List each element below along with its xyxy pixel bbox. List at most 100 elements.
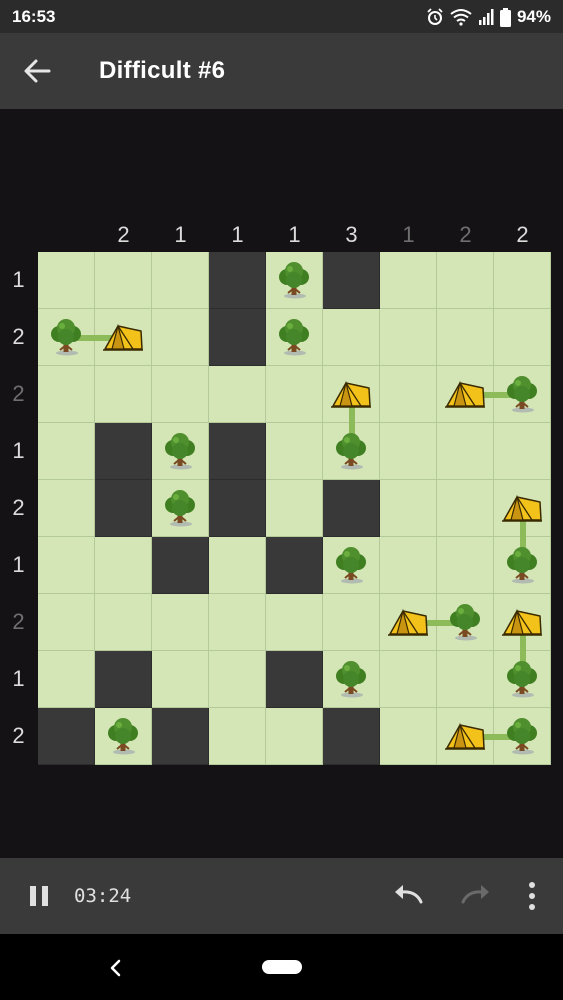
grass-cell[interactable] — [323, 252, 380, 309]
tree-cell[interactable] — [152, 423, 209, 480]
grass-cell[interactable] — [323, 480, 380, 537]
row-clue: 1 — [12, 666, 25, 691]
empty-cell[interactable] — [380, 708, 437, 765]
grass-cell[interactable] — [209, 252, 266, 309]
more-vert-icon[interactable] — [520, 880, 544, 912]
empty-cell[interactable] — [209, 537, 266, 594]
empty-cell[interactable] — [437, 423, 494, 480]
timer: 03:24 — [74, 885, 132, 907]
battery-icon — [499, 7, 511, 27]
empty-cell[interactable] — [209, 651, 266, 708]
empty-cell[interactable] — [152, 594, 209, 651]
column-clue: 1 — [231, 222, 244, 247]
empty-cell[interactable] — [95, 537, 152, 594]
app-bar: Difficult #6 — [0, 33, 563, 109]
empty-cell[interactable] — [380, 366, 437, 423]
empty-cell[interactable] — [437, 309, 494, 366]
grass-cell[interactable] — [209, 309, 266, 366]
empty-cell[interactable] — [494, 423, 551, 480]
row-clue: 1 — [12, 438, 25, 463]
empty-cell[interactable] — [38, 480, 95, 537]
empty-cell[interactable] — [152, 366, 209, 423]
empty-cell[interactable] — [38, 651, 95, 708]
column-clue: 1 — [174, 222, 187, 247]
empty-cell[interactable] — [380, 309, 437, 366]
grass-cell[interactable] — [95, 423, 152, 480]
home-pill[interactable] — [262, 960, 302, 974]
system-nav-bar — [0, 934, 563, 1000]
empty-cell[interactable] — [152, 252, 209, 309]
empty-cell[interactable] — [437, 252, 494, 309]
alarm-icon — [427, 8, 443, 25]
grass-cell[interactable] — [95, 480, 152, 537]
grass-cell[interactable] — [266, 651, 323, 708]
empty-cell[interactable] — [95, 594, 152, 651]
empty-cell[interactable] — [266, 423, 323, 480]
empty-cell[interactable] — [38, 537, 95, 594]
empty-cell[interactable] — [323, 309, 380, 366]
empty-cell[interactable] — [38, 252, 95, 309]
tree-cell[interactable] — [266, 309, 323, 366]
nav-back-icon[interactable] — [106, 958, 126, 978]
row-clue: 2 — [12, 723, 25, 748]
redo-icon[interactable] — [458, 882, 492, 910]
pause-icon[interactable] — [26, 882, 52, 910]
undo-icon[interactable] — [392, 882, 426, 910]
empty-cell[interactable] — [266, 594, 323, 651]
empty-cell[interactable] — [494, 309, 551, 366]
grass-cell[interactable] — [323, 708, 380, 765]
empty-cell[interactable] — [209, 708, 266, 765]
empty-cell[interactable] — [380, 480, 437, 537]
empty-cell[interactable] — [380, 252, 437, 309]
empty-cell[interactable] — [380, 537, 437, 594]
tree-tent-link — [66, 334, 124, 341]
empty-cell[interactable] — [266, 480, 323, 537]
empty-cell[interactable] — [437, 651, 494, 708]
empty-cell[interactable] — [95, 366, 152, 423]
empty-cell[interactable] — [95, 252, 152, 309]
empty-cell[interactable] — [38, 366, 95, 423]
empty-cell[interactable] — [38, 594, 95, 651]
column-clue: 3 — [345, 222, 358, 247]
empty-cell[interactable] — [209, 594, 266, 651]
page-title: Difficult #6 — [99, 57, 226, 84]
grass-cell[interactable] — [95, 651, 152, 708]
empty-cell[interactable] — [38, 423, 95, 480]
signal-icon — [478, 9, 494, 25]
column-clue: 2 — [117, 222, 130, 247]
empty-cell[interactable] — [494, 252, 551, 309]
tree-tent-link — [465, 733, 523, 740]
column-clue: 1 — [402, 222, 415, 247]
empty-cell[interactable] — [266, 366, 323, 423]
tree-tent-link — [465, 391, 523, 398]
row-clue: 2 — [12, 381, 25, 406]
grass-cell[interactable] — [209, 480, 266, 537]
row-clue: 1 — [12, 552, 25, 577]
grass-cell[interactable] — [209, 423, 266, 480]
tree-cell[interactable] — [266, 252, 323, 309]
row-clue: 2 — [12, 324, 25, 349]
empty-cell[interactable] — [437, 480, 494, 537]
empty-cell[interactable] — [266, 708, 323, 765]
empty-cell[interactable] — [152, 309, 209, 366]
arrow-left-icon[interactable] — [22, 57, 52, 85]
tree-cell[interactable] — [152, 480, 209, 537]
tree-tent-link — [408, 619, 466, 626]
grass-cell[interactable] — [152, 537, 209, 594]
tree-cell[interactable] — [323, 651, 380, 708]
row-clue: 1 — [12, 267, 25, 292]
tree-cell[interactable] — [323, 537, 380, 594]
empty-cell[interactable] — [437, 537, 494, 594]
empty-cell[interactable] — [152, 651, 209, 708]
empty-cell[interactable] — [209, 366, 266, 423]
tree-tent-link — [519, 508, 526, 566]
status-time: 16:53 — [12, 7, 56, 26]
row-clue: 2 — [12, 495, 25, 520]
empty-cell[interactable] — [323, 594, 380, 651]
empty-cell[interactable] — [380, 423, 437, 480]
tree-cell[interactable] — [95, 708, 152, 765]
grass-cell[interactable] — [38, 708, 95, 765]
grass-cell[interactable] — [266, 537, 323, 594]
grass-cell[interactable] — [152, 708, 209, 765]
empty-cell[interactable] — [380, 651, 437, 708]
